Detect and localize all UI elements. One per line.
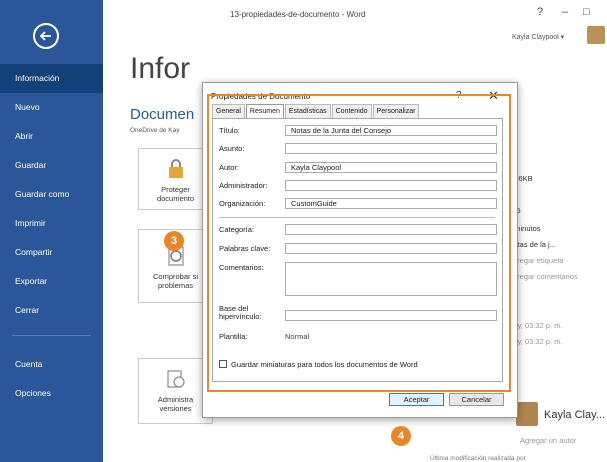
nav-item-guardar-como[interactable]: Guardar como [0, 180, 103, 209]
nav-divider [12, 335, 91, 336]
avatar[interactable] [587, 26, 605, 44]
step-3-callout: 3 [164, 231, 184, 251]
save-thumbnails-label[interactable]: Guardar miniaturas para todos los docume… [231, 360, 418, 369]
tab-resumen[interactable]: Resumen [245, 104, 284, 118]
title-field[interactable] [285, 125, 497, 136]
subject-label: Asunto: [219, 144, 245, 153]
nav-item-abrir[interactable]: Abrir [0, 122, 103, 151]
nav-item-informacion[interactable]: Información [0, 64, 103, 93]
hyperlink-base-label-2: hipervínculo: [219, 312, 262, 321]
add-author-link[interactable]: Agregar un autor [520, 436, 576, 445]
template-label: Plantilla: [219, 332, 248, 341]
page-title: Infor [130, 52, 191, 85]
author-field[interactable] [285, 162, 497, 173]
backstage-sidebar: Información Nuevo Abrir Guardar Guardar … [0, 0, 103, 462]
template-value: Normal [285, 332, 310, 341]
dialog-title: Propiedades de Documento [211, 92, 311, 101]
category-field[interactable] [285, 224, 497, 235]
ok-button[interactable]: Aceptar [389, 393, 444, 406]
panel-divider [219, 217, 495, 218]
author-avatar [516, 402, 538, 426]
user-name[interactable]: Kayla Claypool ▾ [512, 33, 564, 41]
hyperlink-base-label: Base del hipervínculo: [219, 305, 262, 321]
category-label: Categoría: [219, 225, 255, 234]
nav-item-cuenta[interactable]: Cuenta [0, 350, 103, 379]
tab-contenido[interactable]: Contenido [331, 104, 372, 118]
nav-item-guardar[interactable]: Guardar [0, 151, 103, 180]
document-heading: Documen [130, 106, 195, 123]
company-field[interactable] [285, 198, 497, 209]
tab-estadisticas[interactable]: Estadísticas [284, 104, 331, 118]
summary-panel: Título: Asunto: Autor: Administrador: Or… [212, 118, 503, 382]
prop-comments[interactable]: Agregar comentarios [508, 272, 578, 281]
dialog-help-button[interactable]: ? [456, 90, 462, 101]
nav-item-opciones[interactable]: Opciones [0, 379, 103, 408]
document-path[interactable]: OneDrive de Kay [130, 127, 180, 134]
tab-general[interactable]: General [212, 104, 245, 118]
title-label: Título: [219, 126, 240, 135]
nav-item-imprimir[interactable]: Imprimir [0, 209, 103, 238]
manager-label: Administrador: [219, 181, 268, 190]
subject-field[interactable] [285, 143, 497, 154]
author-name[interactable]: Kayla Clay... [544, 409, 605, 421]
keywords-field[interactable] [285, 243, 497, 254]
comments-field[interactable] [285, 262, 497, 296]
comments-label: Comentarios: [219, 263, 264, 272]
versions-icon [164, 367, 188, 391]
manager-field[interactable] [285, 180, 497, 191]
window-title: 13-propiedades-de-documento - Word [230, 10, 366, 19]
backstage-nav: Información Nuevo Abrir Guardar Guardar … [0, 64, 103, 408]
author-label: Autor: [219, 163, 240, 172]
keywords-label: Palabras clave: [219, 244, 271, 253]
nav-item-compartir[interactable]: Compartir [0, 238, 103, 267]
back-arrow-icon[interactable] [33, 23, 59, 49]
restore-button[interactable]: □ [583, 6, 590, 18]
dialog-close-icon[interactable]: ✕ [488, 88, 499, 104]
document-properties-dialog: Propiedades de Documento ? ✕ General Res… [202, 82, 518, 418]
nav-item-nuevo[interactable]: Nuevo [0, 93, 103, 122]
step-4-callout: 4 [391, 426, 411, 446]
nav-item-exportar[interactable]: Exportar [0, 267, 103, 296]
company-label: Organización: [219, 199, 266, 208]
help-button[interactable]: ? [537, 6, 543, 18]
tab-personalizar[interactable]: Personalizar [372, 104, 420, 118]
cancel-button[interactable]: Cancelar [449, 393, 504, 406]
save-thumbnails-checkbox[interactable] [219, 360, 227, 368]
user-name-text: Kayla Claypool [512, 34, 559, 41]
minimize-button[interactable]: – [562, 6, 568, 18]
lock-icon [164, 157, 188, 181]
hyperlink-base-field[interactable] [285, 310, 497, 321]
last-modified-by-label: Última modificación realizada por [430, 455, 526, 462]
dialog-tabs: General Resumen Estadísticas Contenido P… [212, 104, 420, 118]
nav-item-cerrar[interactable]: Cerrar [0, 296, 103, 325]
